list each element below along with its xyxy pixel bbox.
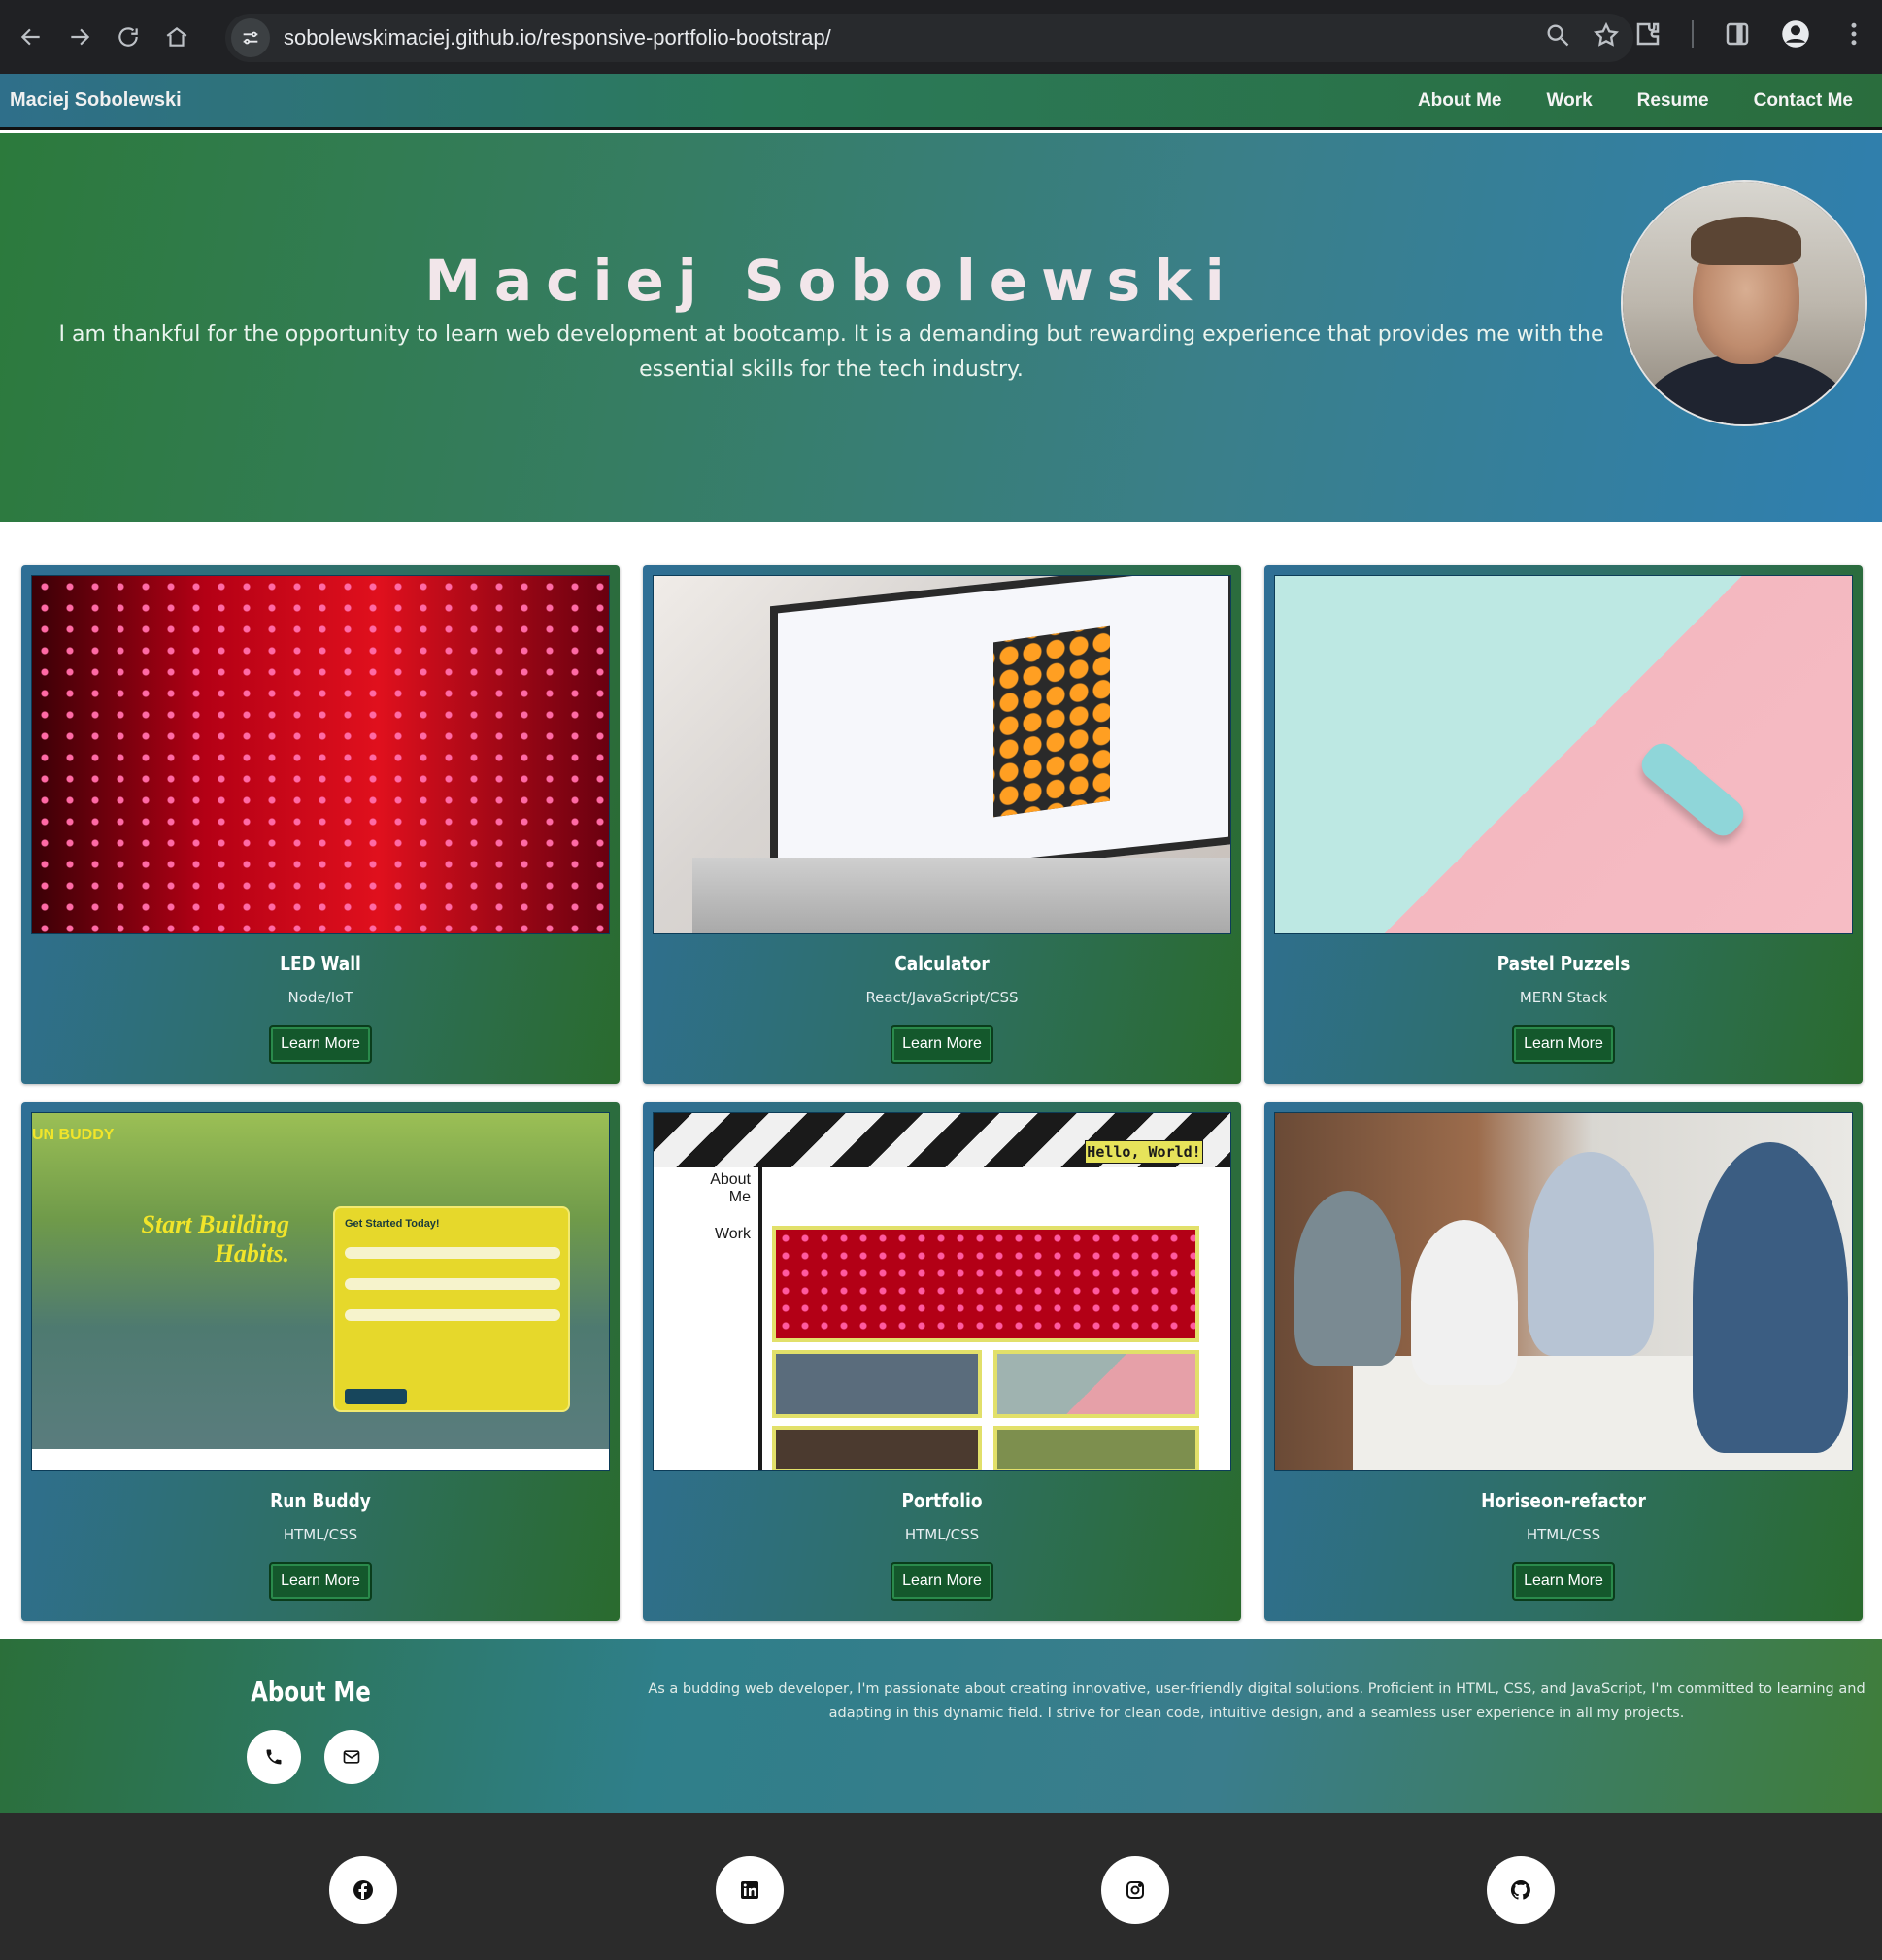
project-title: Calculator: [894, 952, 990, 975]
about-me-text: As a budding web developer, I'm passiona…: [648, 1681, 1865, 1721]
portfolio-about-label: About Me: [710, 1171, 751, 1205]
portfolio-work-label: Work: [714, 1226, 751, 1242]
run-buddy-brand: UN BUDDY: [32, 1127, 115, 1143]
projects-section: LED Wall Node/IoT Learn More Calculator …: [0, 522, 1882, 1639]
learn-more-button[interactable]: Learn More: [891, 1025, 993, 1064]
home-icon: [166, 26, 187, 47]
nav-link-about-me[interactable]: About Me: [1418, 90, 1502, 112]
email-button[interactable]: [324, 1730, 379, 1784]
project-card-run-buddy: UN BUDDY Start Building Habits. Get Star…: [21, 1102, 620, 1621]
reload-button[interactable]: [111, 19, 146, 54]
project-image-calculator: [653, 575, 1231, 934]
url-host: sobolewskimaciej.github.io: [284, 25, 537, 50]
project-image-run-buddy: UN BUDDY Start Building Habits. Get Star…: [31, 1112, 610, 1471]
phone-icon: [266, 1749, 282, 1765]
instagram-icon: [1126, 1881, 1144, 1899]
url-path: /responsive-portfolio-bootstrap/: [536, 25, 831, 50]
project-image-horiseon-refactor: [1274, 1112, 1853, 1471]
learn-more-button[interactable]: Learn More: [269, 1025, 372, 1064]
portfolio-hello-banner: Hello, World!: [1085, 1140, 1203, 1164]
reload-icon: [118, 27, 138, 47]
site-info-button[interactable]: [231, 18, 270, 57]
more-vertical-icon[interactable]: [1839, 19, 1868, 49]
project-image-led-wall: [31, 575, 610, 934]
bookmark-star-icon[interactable]: [1593, 21, 1620, 49]
instagram-link[interactable]: [1101, 1856, 1169, 1924]
project-card-calculator: Calculator React/JavaScript/CSS Learn Mo…: [643, 565, 1241, 1084]
project-card-led-wall: LED Wall Node/IoT Learn More: [21, 565, 620, 1084]
avatar: [1621, 180, 1867, 426]
arrow-right-icon: [71, 28, 90, 46]
search-icon[interactable]: [1544, 21, 1571, 49]
project-tech: MERN Stack: [1519, 989, 1608, 1006]
extensions-icon[interactable]: [1633, 19, 1663, 49]
toolbar-separator: [1692, 20, 1694, 48]
project-tech: HTML/CSS: [1526, 1526, 1601, 1543]
hero-section: Maciej Sobolewski I am thankful for the …: [0, 133, 1882, 522]
facebook-icon: [353, 1880, 373, 1900]
social-footer: [0, 1813, 1882, 1960]
learn-more-button[interactable]: Learn More: [891, 1562, 993, 1601]
phone-button[interactable]: [247, 1730, 301, 1784]
project-card-horiseon-refactor: Horiseon-refactor HTML/CSS Learn More: [1264, 1102, 1863, 1621]
github-link[interactable]: [1487, 1856, 1555, 1924]
learn-more-button[interactable]: Learn More: [269, 1562, 372, 1601]
run-buddy-form: Get Started Today!: [333, 1206, 570, 1412]
linkedin-icon: [741, 1881, 758, 1899]
nav-link-work[interactable]: Work: [1547, 90, 1593, 112]
project-card-pastel-puzzels: Pastel Puzzels MERN Stack Learn More: [1264, 565, 1863, 1084]
run-buddy-form-title: Get Started Today!: [345, 1218, 440, 1230]
project-tech: React/JavaScript/CSS: [865, 989, 1019, 1006]
home-button[interactable]: [159, 19, 194, 54]
navbar-brand[interactable]: Maciej Sobolewski: [10, 89, 182, 112]
forward-button[interactable]: [62, 19, 97, 54]
browser-toolbar: sobolewskimaciej.github.io/responsive-po…: [0, 0, 1882, 74]
hero-name: Maciej Sobolewski: [424, 248, 1238, 314]
linkedin-link[interactable]: [716, 1856, 784, 1924]
side-panel-icon[interactable]: [1723, 19, 1752, 49]
about-me-title: About Me: [251, 1675, 371, 1707]
project-tech: Node/IoT: [287, 989, 353, 1006]
learn-more-button[interactable]: Learn More: [1512, 1562, 1615, 1601]
facebook-link[interactable]: [329, 1856, 397, 1924]
nav-link-resume[interactable]: Resume: [1637, 90, 1709, 112]
learn-more-button[interactable]: Learn More: [1512, 1025, 1615, 1064]
url-text[interactable]: sobolewskimaciej.github.io/responsive-po…: [284, 25, 831, 51]
nav-links: About Me Work Resume Contact Me: [1418, 74, 1853, 127]
project-image-pastel-puzzels: [1274, 575, 1853, 934]
envelope-icon: [343, 1750, 360, 1764]
project-tech: HTML/CSS: [283, 1526, 358, 1543]
address-bar[interactable]: sobolewskimaciej.github.io/responsive-po…: [225, 14, 1633, 62]
github-icon: [1510, 1879, 1530, 1900]
run-buddy-go-button: [345, 1389, 407, 1404]
run-buddy-headline: Start Building Habits.: [141, 1210, 289, 1267]
project-title: Portfolio: [901, 1489, 983, 1512]
project-image-portfolio: Hello, World! About Me Work: [653, 1112, 1231, 1471]
back-button[interactable]: [14, 19, 49, 54]
project-title: LED Wall: [280, 952, 361, 975]
project-title: Run Buddy: [270, 1489, 371, 1512]
project-title: Pastel Puzzels: [1496, 952, 1630, 975]
hero-tagline: I am thankful for the opportunity to lea…: [58, 322, 1604, 382]
tune-icon: [243, 31, 258, 45]
project-card-portfolio: Hello, World! About Me Work Portfolio HT…: [643, 1102, 1241, 1621]
arrow-left-icon: [20, 28, 40, 46]
profile-icon[interactable]: [1781, 19, 1810, 49]
project-tech: HTML/CSS: [904, 1526, 980, 1543]
about-me-section: About Me As a budding web developer, I'm…: [0, 1639, 1882, 1813]
project-title: Horiseon-refactor: [1481, 1489, 1646, 1512]
site-navbar: Maciej Sobolewski About Me Work Resume C…: [0, 74, 1882, 130]
nav-link-contact-me[interactable]: Contact Me: [1754, 90, 1853, 112]
